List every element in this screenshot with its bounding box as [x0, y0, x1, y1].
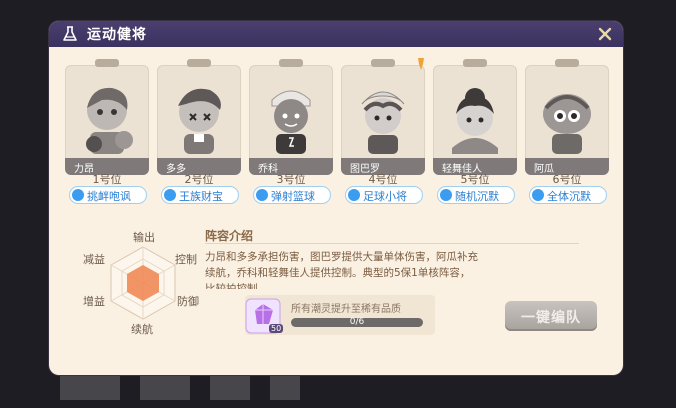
card-clip — [463, 59, 487, 67]
radar-label-sustain: 续航 — [131, 323, 153, 336]
hero-card[interactable]: 乔科 3号位 弹射篮球 — [249, 57, 333, 237]
hero-card[interactable]: 多多 2号位 王族财宝 — [157, 57, 241, 237]
quest-progress-text: 0/6 — [349, 317, 365, 327]
pin-icon — [418, 58, 424, 70]
card-frame: 多多 — [157, 65, 241, 175]
hero-card[interactable]: 力昂 1号位 挑衅咆讽 — [65, 57, 149, 237]
hero-card[interactable]: 阿瓜 6号位 全体沉默 — [525, 57, 609, 237]
card-clip — [279, 59, 303, 67]
skill-badge[interactable]: 弹射篮球 — [253, 186, 331, 204]
quest-progress-bar: 0/6 — [291, 317, 423, 327]
skill-dot-icon — [256, 189, 268, 201]
hero-portrait-icon — [178, 88, 221, 154]
hero-position: 6号位 — [552, 173, 582, 186]
hero-position: 5号位 — [460, 173, 490, 186]
panel-title: 运动健将 — [87, 27, 147, 43]
skill-label: 弹射篮球 — [271, 190, 315, 203]
hero-portrait-icon — [86, 87, 133, 154]
close-icon[interactable] — [597, 26, 613, 42]
one-click-label: 一键编队 — [521, 310, 581, 326]
hero-position: 1号位 — [92, 173, 122, 186]
skill-label: 全体沉默 — [547, 190, 591, 203]
card-clip — [371, 59, 395, 67]
quest-badge: 50 — [269, 324, 284, 333]
hero-portrait-icon — [452, 88, 498, 154]
radar-label-buff: 增益 — [83, 295, 105, 308]
hero-portrait-icon — [543, 94, 591, 154]
skill-dot-icon — [440, 189, 452, 201]
card-clip — [555, 59, 579, 67]
hero-card[interactable]: 图巴罗 4号位 足球小将 — [341, 57, 425, 237]
hero-portrait-icon — [271, 90, 311, 154]
skill-dot-icon — [348, 189, 360, 201]
quest-box: 50 所有潮灵提升至稀有品质 0/6 — [245, 295, 435, 335]
hero-card-list: 力昂 1号位 挑衅咆讽 多多 2号位 王族财宝 乔科 3号位 弹射篮球 图巴罗 … — [65, 57, 613, 237]
flask-icon — [63, 26, 77, 41]
skill-badge[interactable]: 全体沉默 — [529, 186, 607, 204]
skill-badge[interactable]: 王族财宝 — [161, 186, 239, 204]
skill-dot-icon — [72, 189, 84, 201]
hero-card[interactable]: 轻舞佳人 5号位 随机沉默 — [433, 57, 517, 237]
lineup-panel: 运动健将 力昂 1号位 挑衅咆讽 多多 2号位 王族财宝 乔科 3号位 弹射篮球… — [49, 21, 623, 375]
skill-badge[interactable]: 挑衅咆讽 — [69, 186, 147, 204]
hero-portrait-icon — [361, 91, 405, 154]
radar-label-output: 输出 — [133, 231, 155, 244]
skill-dot-icon — [532, 189, 544, 201]
attribute-radar: 输出 控制 防御 续航 增益 减益 — [63, 225, 223, 365]
hero-position: 4号位 — [368, 173, 398, 186]
skill-badge[interactable]: 随机沉默 — [437, 186, 515, 204]
skill-label: 足球小将 — [363, 190, 407, 203]
intro-title: 阵容介绍 — [205, 229, 254, 243]
one-click-lineup-button[interactable]: 一键编队 — [505, 301, 597, 331]
card-frame: 图巴罗 — [341, 65, 425, 175]
skill-label: 随机沉默 — [455, 190, 499, 203]
card-clip — [187, 59, 211, 67]
skill-label: 王族财宝 — [179, 190, 223, 203]
hero-position: 3号位 — [276, 173, 306, 186]
intro-divider — [205, 243, 579, 244]
skill-badge[interactable]: 足球小将 — [345, 186, 423, 204]
skill-dot-icon — [164, 189, 176, 201]
hero-position: 2号位 — [184, 173, 214, 186]
skill-label: 挑衅咆讽 — [87, 190, 131, 203]
card-frame: 阿瓜 — [525, 65, 609, 175]
card-clip — [95, 59, 119, 67]
card-frame: 力昂 — [65, 65, 149, 175]
quest-text: 所有潮灵提升至稀有品质 — [291, 304, 401, 315]
radar-label-defense: 防御 — [177, 295, 199, 308]
title-bar: 运动健将 — [49, 21, 623, 47]
intro-text: 力昂和多多承担伤害，图巴罗提供大量单体伤害，阿瓜补充续航，乔科和轻舞佳人提供控制… — [205, 251, 478, 289]
radar-label-control: 控制 — [175, 253, 197, 266]
card-frame: 轻舞佳人 — [433, 65, 517, 175]
card-frame: 乔科 — [249, 65, 333, 175]
radar-label-debuff: 减益 — [83, 253, 105, 266]
